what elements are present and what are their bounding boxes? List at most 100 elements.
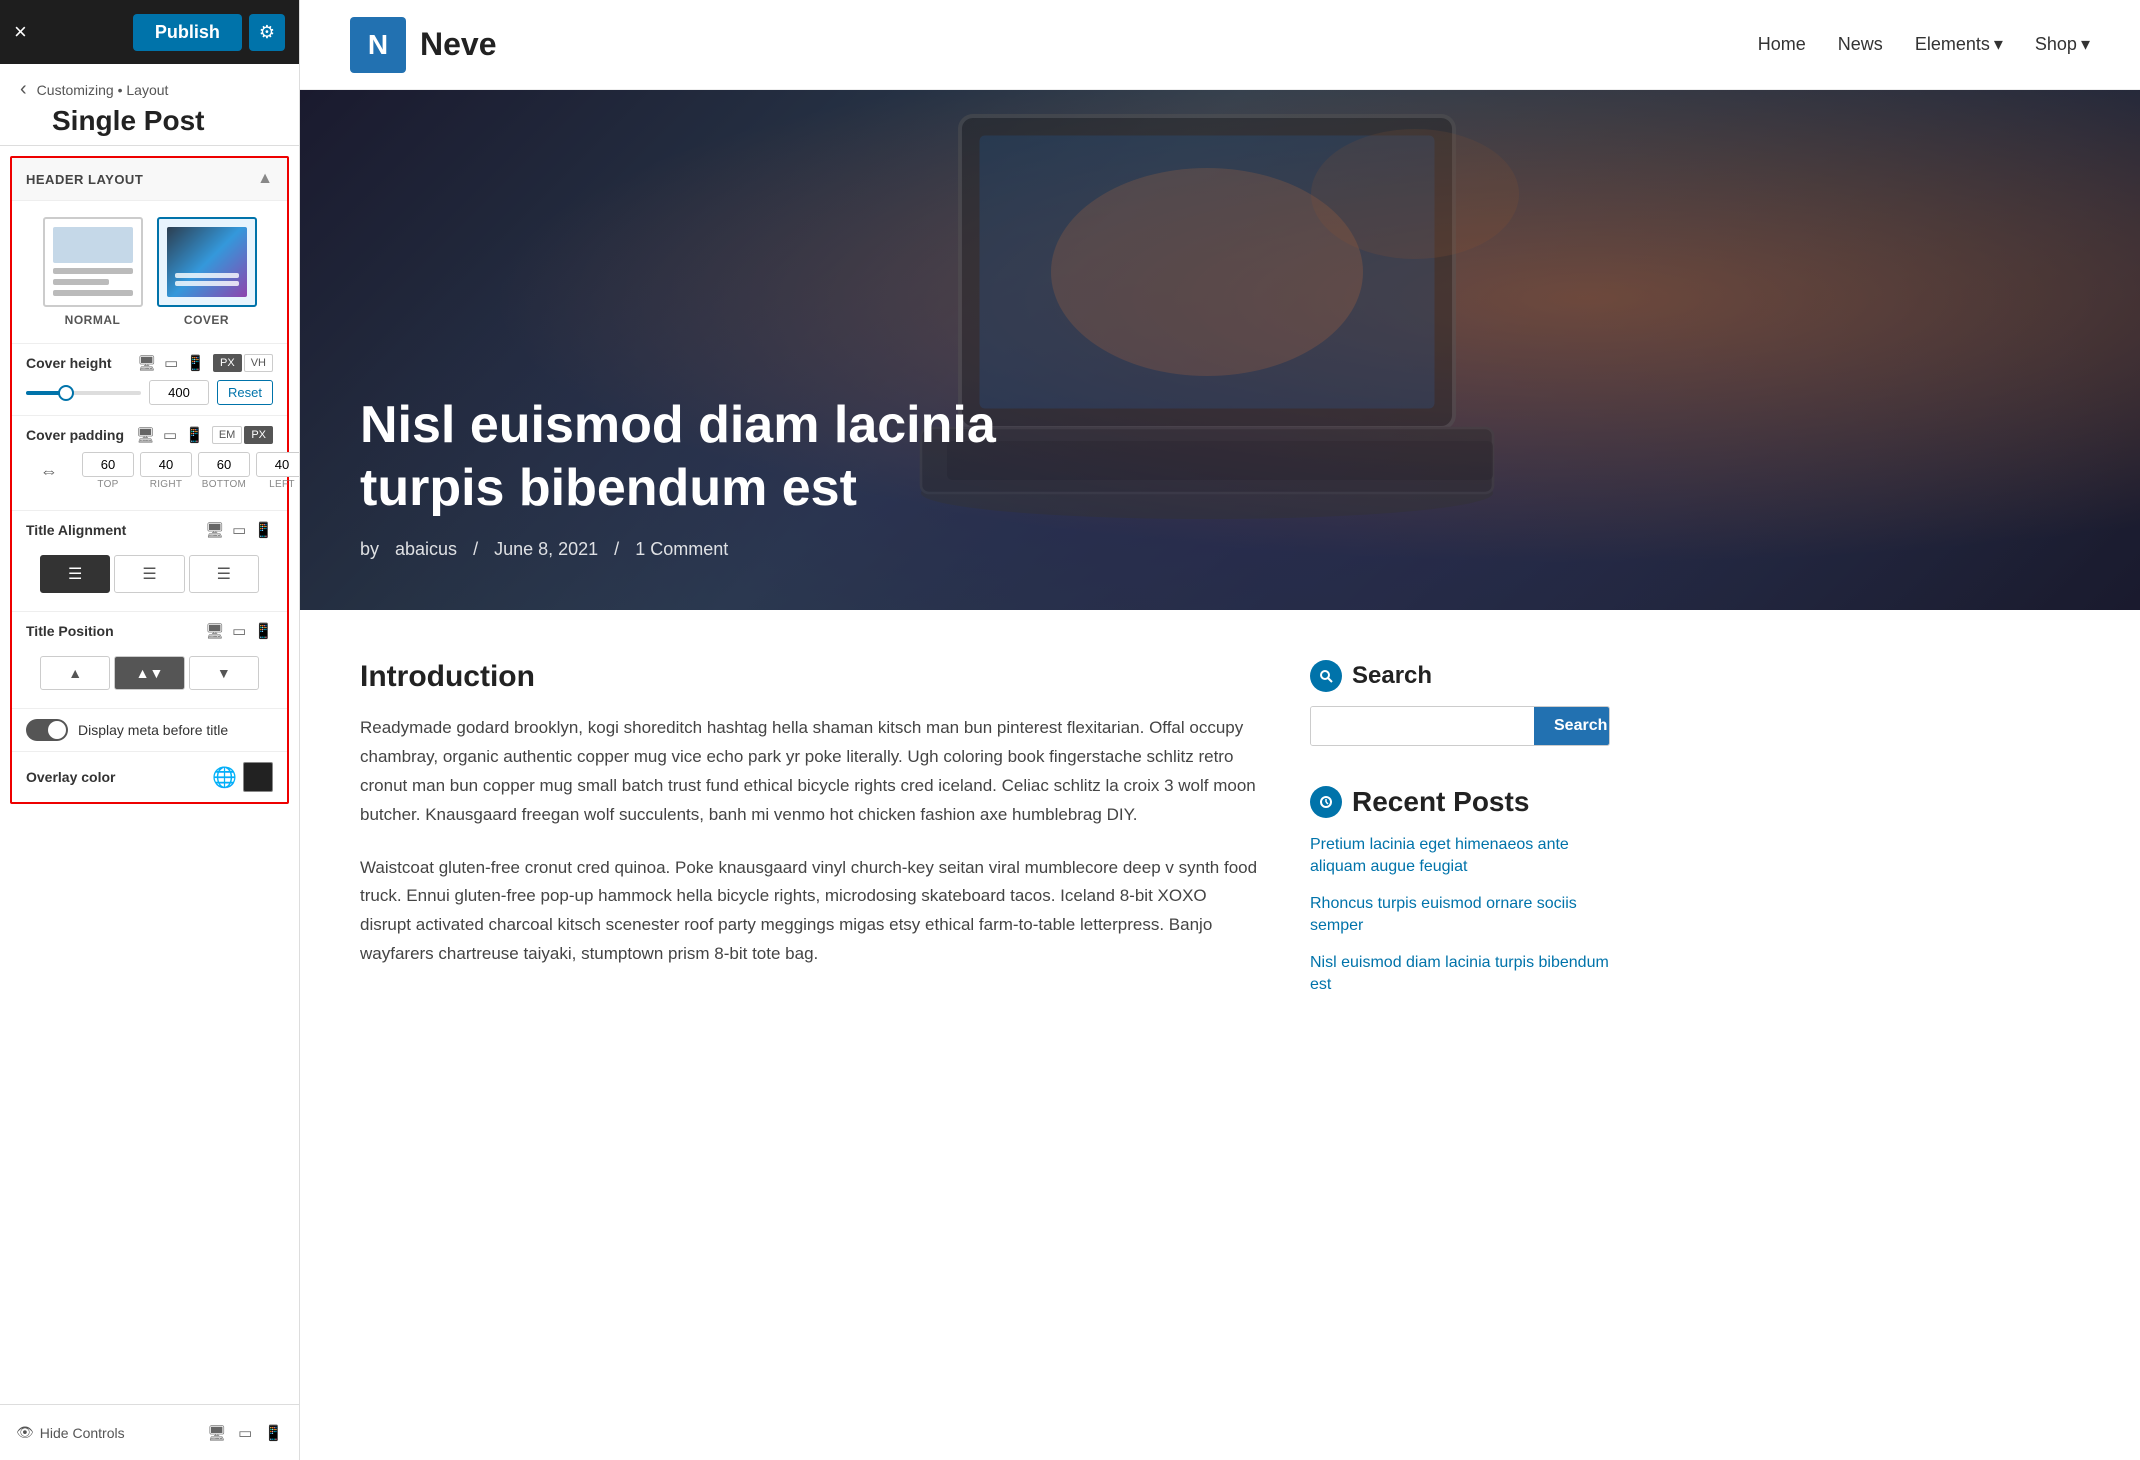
- recent-post-2[interactable]: Rhoncus turpis euismod ornare sociis sem…: [1310, 893, 1610, 938]
- px-unit-button[interactable]: PX: [213, 354, 242, 372]
- hide-controls-label: Hide Controls: [40, 1425, 125, 1441]
- alignment-buttons: ☰ ☰ ☰: [26, 547, 273, 601]
- align-device-icons: 🖥 ▭ 📱: [205, 521, 273, 539]
- padding-right-label: RIGHT: [150, 479, 183, 490]
- panel-page-title: Single Post: [16, 105, 283, 137]
- height-value-input[interactable]: [149, 380, 209, 405]
- hero-cover: Nisl euismod diam lacinia turpis bibendu…: [300, 90, 2140, 610]
- recent-post-3[interactable]: Nisl euismod diam lacinia turpis bibendu…: [1310, 952, 1610, 997]
- desktop-icon[interactable]: 🖥: [137, 354, 156, 372]
- display-meta-label: Display meta before title: [78, 722, 228, 738]
- color-globe-icon[interactable]: 🌐: [212, 765, 237, 790]
- search-bar: Search: [1310, 706, 1610, 746]
- nav-shop[interactable]: Shop ▾: [2035, 34, 2090, 55]
- chevron-down-icon: ▾: [1994, 34, 2003, 55]
- nav-elements[interactable]: Elements ▾: [1915, 34, 2003, 55]
- px-unit-button-2[interactable]: PX: [244, 426, 273, 444]
- padding-tablet-icon[interactable]: ▭: [163, 426, 177, 444]
- back-button[interactable]: ‹: [16, 78, 31, 101]
- settings-gear-button[interactable]: ⚙: [249, 14, 285, 51]
- padding-unit-toggle: EM PX: [212, 426, 273, 444]
- layout-options: NORMAL COVER: [12, 201, 287, 343]
- align-right-button[interactable]: ☰: [189, 555, 259, 593]
- bottom-tablet-icon[interactable]: ▭: [238, 1424, 252, 1442]
- pos-tablet-icon[interactable]: ▭: [232, 622, 246, 640]
- section-header: HEADER LAYOUT ▲: [12, 158, 287, 201]
- recent-posts-widget: Recent Posts Pretium lacinia eget himena…: [1310, 786, 1610, 996]
- recent-posts-icon: [1310, 786, 1342, 818]
- position-buttons: ▲ ▲▼ ▼: [26, 648, 273, 698]
- publish-button[interactable]: Publish: [133, 14, 242, 51]
- search-title-text: Search: [1352, 662, 1432, 690]
- reset-button[interactable]: Reset: [217, 380, 273, 405]
- pos-desktop-icon[interactable]: 🖥: [205, 622, 224, 640]
- align-mobile-icon[interactable]: 📱: [254, 521, 273, 539]
- bottom-bar: 👁 Hide Controls 🖥 ▭ 📱: [0, 1404, 299, 1460]
- recent-post-1[interactable]: Pretium lacinia eget himenaeos ante aliq…: [1310, 834, 1610, 879]
- hero-meta: by abaicus / June 8, 2021 / 1 Comment: [360, 539, 2080, 560]
- padding-right-wrap: RIGHT: [140, 452, 192, 490]
- cover-padding-control: Cover padding 🖥 ▭ 📱 EM PX: [12, 415, 287, 510]
- padding-left-input[interactable]: [256, 452, 299, 477]
- vh-unit-button[interactable]: VH: [244, 354, 273, 372]
- hero-author: abaicus: [395, 539, 457, 560]
- padding-right-input[interactable]: [140, 452, 192, 477]
- chevron-down-icon-2: ▾: [2081, 34, 2090, 55]
- display-meta-toggle[interactable]: [26, 719, 68, 741]
- cover-thumb-image: [167, 227, 247, 297]
- breadcrumb-bar: ‹ Customizing • Layout Single Post: [0, 64, 299, 146]
- cover-thumb: [157, 217, 257, 307]
- search-input[interactable]: [1311, 707, 1534, 745]
- title-position-control: Title Position 🖥 ▭ 📱 ▲ ▲▼ ▼: [12, 611, 287, 708]
- panel-body: HEADER LAYOUT ▲ NORMAL: [0, 146, 299, 1460]
- pos-mobile-icon[interactable]: 📱: [254, 622, 273, 640]
- hero-comments: 1 Comment: [635, 539, 728, 560]
- site-brand: N Neve: [350, 17, 497, 73]
- layout-normal-option[interactable]: NORMAL: [43, 217, 143, 327]
- align-center-button[interactable]: ☰: [114, 555, 184, 593]
- align-left-button[interactable]: ☰: [40, 555, 110, 593]
- title-position-label: Title Position: [26, 623, 114, 639]
- nav-news[interactable]: News: [1838, 34, 1883, 55]
- align-desktop-icon[interactable]: 🖥: [205, 521, 224, 539]
- bottom-mobile-icon[interactable]: 📱: [264, 1424, 283, 1442]
- cover-height-label: Cover height: [26, 355, 112, 371]
- padding-top-label: TOP: [97, 479, 118, 490]
- thumb-image-block: [53, 227, 133, 263]
- thumb-line-1: [53, 268, 133, 274]
- padding-top-input[interactable]: [82, 452, 134, 477]
- padding-bottom-label: BOTTOM: [202, 479, 246, 490]
- thumb-line-3: [53, 290, 133, 296]
- color-swatch[interactable]: [243, 762, 273, 792]
- em-unit-button[interactable]: EM: [212, 426, 243, 444]
- layout-cover-option[interactable]: COVER: [157, 217, 257, 327]
- nav-home[interactable]: Home: [1758, 34, 1806, 55]
- title-alignment-control: Title Alignment 🖥 ▭ 📱 ☰ ☰ ☰: [12, 510, 287, 611]
- bottom-desktop-icon[interactable]: 🖥: [207, 1424, 226, 1442]
- padding-mobile-icon[interactable]: 📱: [185, 426, 204, 444]
- padding-desktop-icon[interactable]: 🖥: [136, 426, 155, 444]
- article-body: Introduction Readymade godard brooklyn, …: [360, 660, 1260, 1410]
- hero-date: June 8, 2021: [494, 539, 598, 560]
- close-button[interactable]: ×: [14, 21, 27, 43]
- title-alignment-label: Title Alignment: [26, 522, 126, 538]
- slider-thumb[interactable]: [58, 385, 74, 401]
- top-bar: × Publish ⚙: [0, 0, 299, 64]
- collapse-button[interactable]: ▲: [257, 170, 273, 188]
- pos-bottom-button[interactable]: ▼: [189, 656, 259, 690]
- overlay-controls: 🌐: [212, 762, 273, 792]
- mobile-icon[interactable]: 📱: [186, 354, 205, 372]
- padding-link-icon[interactable]: ⇔: [40, 461, 76, 482]
- hide-controls-button[interactable]: 👁 Hide Controls: [16, 1424, 125, 1441]
- search-widget-title: Search: [1310, 660, 1610, 692]
- pos-top-button[interactable]: ▲: [40, 656, 110, 690]
- hero-by: by: [360, 539, 379, 560]
- height-slider-track[interactable]: [26, 391, 141, 395]
- search-submit-button[interactable]: Search: [1534, 707, 1610, 745]
- pos-middle-button[interactable]: ▲▼: [114, 656, 184, 690]
- cover-line-2: [175, 281, 239, 286]
- tablet-icon[interactable]: ▭: [164, 354, 178, 372]
- eye-icon: 👁: [16, 1424, 34, 1441]
- padding-bottom-input[interactable]: [198, 452, 250, 477]
- align-tablet-icon[interactable]: ▭: [232, 521, 246, 539]
